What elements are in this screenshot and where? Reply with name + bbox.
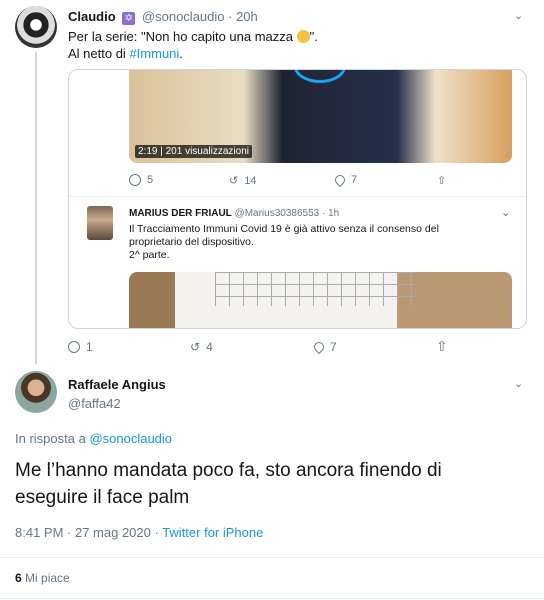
image-grid-pattern bbox=[215, 272, 415, 306]
likes-summary[interactable]: 6 Mi piace bbox=[15, 571, 70, 585]
chevron-down-icon[interactable]: ⌄ bbox=[514, 9, 523, 22]
quoted-reply-action[interactable]: 5 bbox=[129, 174, 153, 186]
avatar-raffaele[interactable] bbox=[15, 371, 57, 413]
tweet-text-line2: Al netto di bbox=[68, 46, 130, 61]
inner-text-line1: Il Tracciamento Immuni Covid 19 è già at… bbox=[129, 223, 439, 235]
quoted-share-action[interactable]: ⇧ bbox=[437, 174, 446, 187]
video-thumbnail[interactable]: 2:19 | 201 visualizzazioni bbox=[129, 70, 512, 163]
quoted-tweet-card[interactable]: 2:19 | 201 visualizzazioni 5 ↺ 14 7 ⇧ MAR… bbox=[68, 69, 527, 329]
tweet-text-line1: Per la serie: "Non ho capito una mazza bbox=[68, 29, 297, 44]
tweet-text-line1-end: ". bbox=[309, 29, 318, 44]
author-name[interactable]: Claudio bbox=[68, 9, 116, 24]
reply-to-link[interactable]: @sonoclaudio bbox=[89, 431, 172, 446]
inner-author-handle[interactable]: @Marius30386553 bbox=[235, 208, 320, 219]
inner-tweet-image[interactable] bbox=[129, 272, 512, 328]
inner-chevron-down-icon[interactable]: ⌄ bbox=[501, 206, 510, 219]
reply-text-line1: Me l’hanno mandata poco fa, sto ancora f… bbox=[15, 460, 442, 481]
reply-author-handle[interactable]: @faffa42 bbox=[68, 396, 121, 411]
like-count: 7 bbox=[351, 174, 358, 186]
in-reply-to: In risposta a @sonoclaudio bbox=[15, 431, 172, 446]
reply-chevron-down-icon[interactable]: ⌄ bbox=[514, 377, 523, 390]
quoted-retweet-action[interactable]: ↺ 14 bbox=[229, 174, 257, 188]
like-action[interactable]: 7 bbox=[311, 339, 337, 355]
retweet-count: 4 bbox=[206, 340, 213, 354]
reply-action[interactable]: 1 bbox=[68, 340, 93, 354]
video-badge: 2:19 | 201 visualizzazioni bbox=[135, 145, 252, 158]
reply-count: 5 bbox=[147, 174, 154, 186]
timestamp[interactable]: 8:41 PM · 27 mag 2020 · bbox=[15, 525, 162, 540]
retweet-icon: ↺ bbox=[190, 340, 201, 354]
retweet-icon: ↺ bbox=[229, 175, 239, 187]
share-icon: ⇧ bbox=[437, 175, 447, 187]
inner-tweet-time[interactable]: · 1h bbox=[322, 208, 339, 219]
like-count: 7 bbox=[330, 340, 337, 354]
reply-count: 1 bbox=[86, 340, 93, 354]
meta-divider bbox=[0, 557, 544, 558]
retweet-action[interactable]: ↺ 4 bbox=[190, 340, 213, 354]
avatar-marius[interactable] bbox=[87, 206, 113, 240]
star-of-david-icon: ✡ bbox=[122, 12, 136, 25]
confused-face-emoji-icon bbox=[296, 30, 310, 43]
author-handle[interactable]: @sonoclaudio bbox=[142, 9, 225, 24]
bottom-divider bbox=[0, 598, 544, 599]
heart-icon bbox=[332, 172, 348, 188]
reply-prefix: In risposta a bbox=[15, 431, 90, 446]
reply-author-name[interactable]: Raffaele Angius bbox=[68, 377, 166, 392]
reply-icon bbox=[68, 341, 80, 353]
tweet-text: Per la serie: "Non ho capito una mazza "… bbox=[68, 28, 318, 62]
quoted-like-action[interactable]: 7 bbox=[332, 172, 358, 188]
share-action[interactable]: ⇧ bbox=[436, 338, 448, 355]
likes-count: 6 bbox=[15, 571, 22, 585]
heart-icon bbox=[311, 339, 327, 355]
hashtag-link[interactable]: #Immuni bbox=[129, 46, 179, 61]
tweet-meta: 8:41 PM · 27 mag 2020 · Twitter for iPho… bbox=[15, 525, 263, 540]
share-icon: ⇧ bbox=[436, 338, 448, 354]
inner-text-line3: 2^ parte. bbox=[129, 249, 170, 261]
source-link[interactable]: Twitter for iPhone bbox=[162, 525, 263, 540]
retweet-count: 14 bbox=[244, 174, 257, 187]
card-divider bbox=[69, 196, 526, 197]
inner-author-name[interactable]: MARIUS DER FRIAUL bbox=[129, 208, 232, 219]
play-circle-icon bbox=[294, 70, 346, 83]
tweet-time[interactable]: · 20h bbox=[228, 9, 258, 24]
tweet-text-line2-end: . bbox=[179, 46, 183, 61]
inner-text-line2: proprietario del dispositivo. bbox=[129, 236, 254, 248]
reply-icon bbox=[129, 174, 141, 186]
avatar-claudio[interactable] bbox=[15, 6, 57, 48]
likes-label: Mi piace bbox=[25, 571, 70, 585]
tweet-header: Claudio ✡ @sonoclaudio · 20h bbox=[68, 9, 258, 25]
reply-text-line2: eseguire il face palm bbox=[15, 487, 190, 508]
reply-tweet-text: Me l’hanno mandata poco fa, sto ancora f… bbox=[15, 457, 525, 511]
inner-tweet-text: Il Tracciamento Immuni Covid 19 è già at… bbox=[129, 223, 509, 262]
thread-line bbox=[35, 52, 37, 364]
inner-tweet-header: MARIUS DER FRIAUL @Marius30386553 · 1h bbox=[129, 208, 339, 219]
